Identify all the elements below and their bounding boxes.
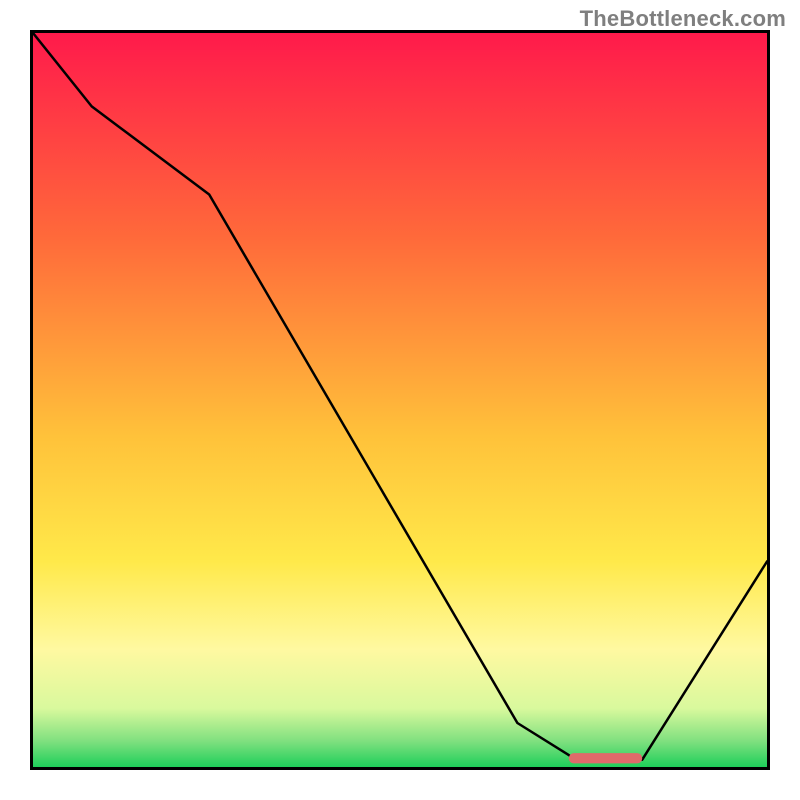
gradient-background bbox=[33, 33, 767, 767]
chart-container: TheBottleneck.com bbox=[0, 0, 800, 800]
selection-marker bbox=[569, 753, 642, 763]
plot-area bbox=[30, 30, 770, 770]
watermark-text: TheBottleneck.com bbox=[580, 6, 786, 32]
chart-svg bbox=[33, 33, 767, 767]
